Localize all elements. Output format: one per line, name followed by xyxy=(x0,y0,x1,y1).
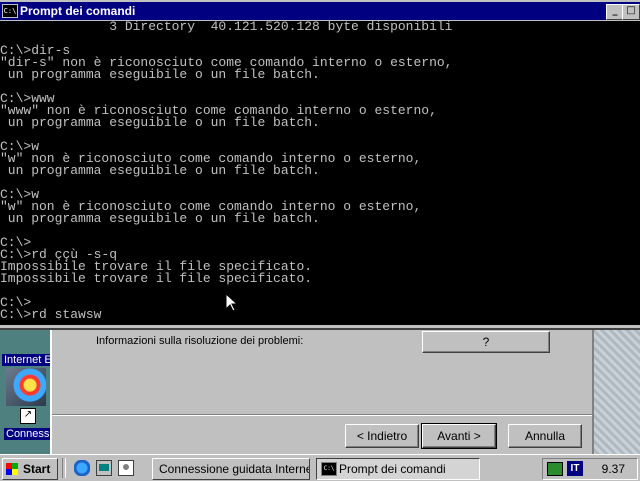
task-label: Connessione guidata Internet xyxy=(159,462,310,476)
taskbar-separator xyxy=(62,458,66,478)
clock[interactable]: 9.37 xyxy=(602,459,625,479)
channels-icon[interactable] xyxy=(118,460,134,476)
troubleshooting-info-label: Informazioni sulla risoluzione dei probl… xyxy=(96,335,304,347)
task-label: Prompt dei comandi xyxy=(339,462,446,476)
window-title: Prompt dei comandi xyxy=(20,4,136,18)
network-tray-icon[interactable] xyxy=(547,462,563,476)
console-output: 3 Directory 40.121.520.128 byte disponib… xyxy=(0,21,453,322)
back-button[interactable]: < Indietro xyxy=(345,424,419,448)
show-desktop-icon[interactable] xyxy=(96,460,112,476)
task-button-connection-wizard[interactable]: Connessione guidata Internet xyxy=(152,458,310,480)
command-prompt-icon: C:\ xyxy=(321,462,337,476)
desktop-icon-label-internet-explorer[interactable]: Internet E xyxy=(2,354,54,366)
command-prompt-window: C:\ Prompt dei comandi _ □ 3 Directory 4… xyxy=(0,0,640,330)
windows-logo-icon xyxy=(6,463,18,475)
console-area[interactable]: 3 Directory 40.121.520.128 byte disponib… xyxy=(0,21,640,325)
internet-connection-wizard: Informazioni sulla risoluzione dei probl… xyxy=(50,326,594,454)
desktop-right-background xyxy=(592,326,640,454)
command-prompt-icon[interactable]: C:\ xyxy=(2,4,18,18)
start-label: Start xyxy=(23,462,51,476)
system-tray: IT 9.37 xyxy=(542,458,638,480)
shortcut-arrow-icon: ↗ xyxy=(20,408,36,424)
cancel-button[interactable]: Annulla xyxy=(508,424,582,448)
start-button[interactable]: Start xyxy=(2,458,58,480)
internet-explorer-quicklaunch-icon[interactable] xyxy=(74,460,90,476)
internet-explorer-desktop-icon[interactable] xyxy=(6,368,46,406)
wizard-right-edge xyxy=(592,326,594,454)
maximize-button[interactable]: □ xyxy=(622,4,640,20)
wizard-separator xyxy=(52,414,592,416)
title-bar[interactable]: C:\ Prompt dei comandi _ □ xyxy=(0,2,640,20)
next-button[interactable]: Avanti > xyxy=(421,423,497,449)
help-button[interactable]: ? xyxy=(422,331,550,353)
desktop-icon-label-connection[interactable]: Connessi xyxy=(4,428,50,440)
language-indicator[interactable]: IT xyxy=(567,461,583,476)
taskbar: Start Connessione guidata Internet C:\ P… xyxy=(0,454,640,481)
task-button-command-prompt[interactable]: C:\ Prompt dei comandi xyxy=(316,458,480,480)
